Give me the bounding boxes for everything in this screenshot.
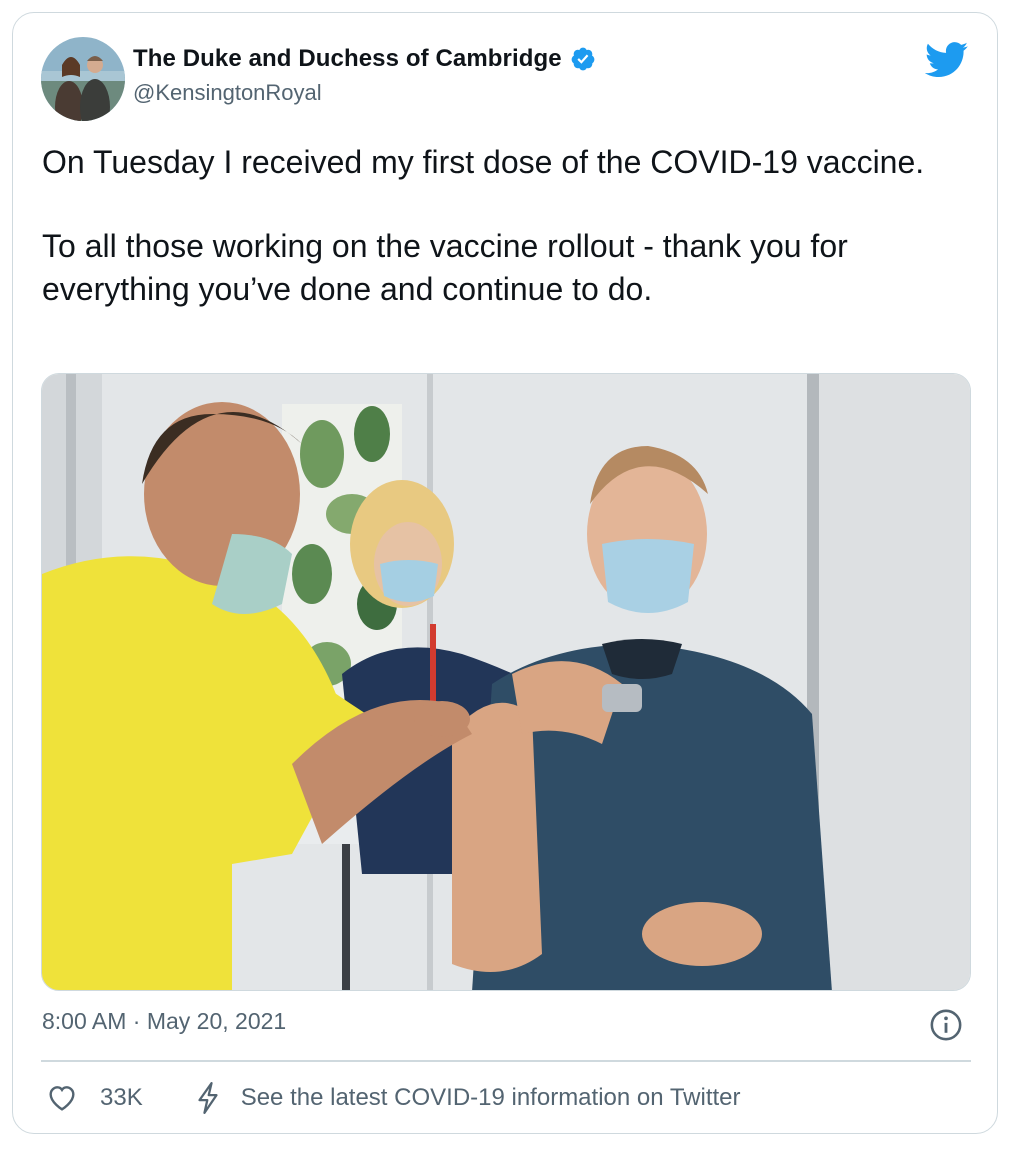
author-name-row[interactable]: The Duke and Duchess of Cambridge <box>133 45 596 73</box>
vaccination-photo <box>42 374 970 990</box>
tweet-text-paragraph: On Tuesday I received my first dose of t… <box>42 144 925 180</box>
divider <box>41 1060 971 1062</box>
tweet-card: The Duke and Duchess of Cambridge @Kensi… <box>12 12 998 1134</box>
tweet-text-paragraph: To all those working on the vaccine roll… <box>42 228 848 307</box>
tweet-actions: 33K See the latest COVID-19 information … <box>46 1081 741 1115</box>
avatar-image <box>41 37 125 121</box>
covid-info-label: See the latest COVID-19 information on T… <box>240 1084 741 1111</box>
avatar[interactable] <box>41 37 125 121</box>
like-count[interactable]: 33K <box>100 1084 143 1112</box>
tweet-text: On Tuesday I received my first dose of t… <box>42 141 972 311</box>
info-icon[interactable] <box>929 1008 963 1042</box>
covid-info-link[interactable]: See the latest COVID-19 information on T… <box>195 1081 741 1115</box>
display-name[interactable]: The Duke and Duchess of Cambridge <box>133 45 562 73</box>
twitter-bird-icon[interactable] <box>924 41 969 77</box>
tweet-photo[interactable] <box>41 373 971 991</box>
verified-badge-icon <box>570 46 596 72</box>
tweet-timestamp[interactable]: 8:00 AM · May 20, 2021 <box>42 1008 286 1035</box>
author-handle[interactable]: @KensingtonRoyal <box>133 80 322 106</box>
lightning-bolt-icon <box>195 1081 221 1115</box>
heart-icon[interactable] <box>46 1082 78 1114</box>
